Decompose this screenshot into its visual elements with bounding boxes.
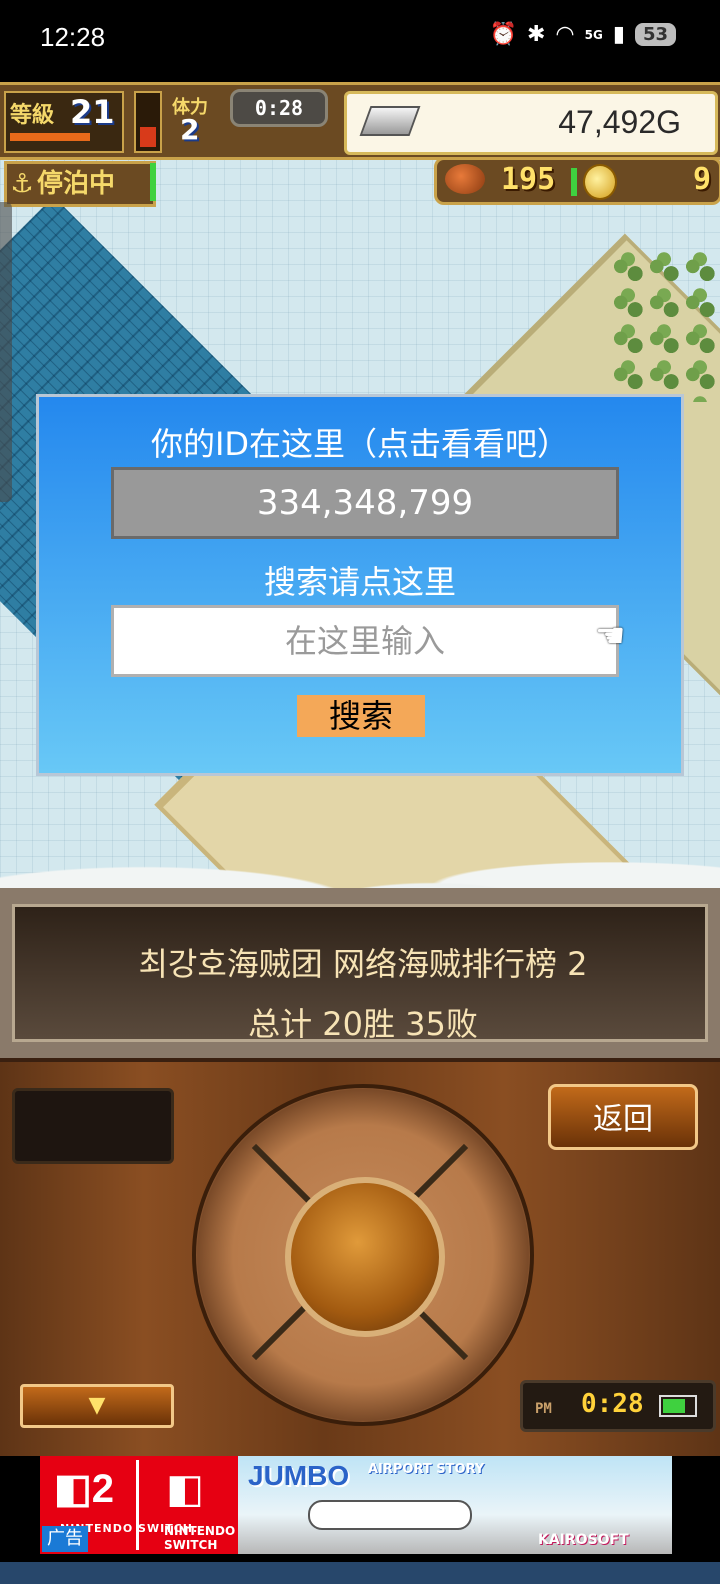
ad-brand: KAIROSOFT bbox=[538, 1532, 629, 1548]
exp-bar bbox=[10, 133, 90, 141]
search-dialog: 你的ID在这里（点击看看吧） 334,348,799 搜索请点这里 在这里输入 … bbox=[36, 394, 684, 776]
dock-status-label: 停泊中 bbox=[37, 169, 116, 199]
search-prompt: 搜索请点这里 bbox=[263, 563, 456, 601]
navigation-bar bbox=[0, 1562, 720, 1584]
clock-panel: PM 0:28 bbox=[520, 1380, 716, 1432]
level-value: 21 bbox=[70, 93, 115, 131]
clock-ampm: PM bbox=[535, 1401, 552, 1417]
level-box: 等級 21 bbox=[4, 91, 124, 153]
stamina-value: 2 bbox=[180, 113, 200, 146]
food-bar bbox=[571, 168, 577, 196]
gold-panel: 47,492G bbox=[344, 91, 718, 155]
bluetooth-icon: ✱ bbox=[526, 22, 546, 47]
minimap-slot[interactable] bbox=[12, 1088, 174, 1164]
ranking-line: 최강호海贼团 网络海贼排行榜 2 bbox=[138, 945, 588, 983]
record-line: 总计 20胜 35败 bbox=[248, 1005, 478, 1043]
ranking-panel: 최강호海贼团 网络海贼排行榜 2 总计 20胜 35败 bbox=[0, 888, 720, 1058]
battery-icon: 53 bbox=[634, 23, 676, 46]
gold-value: 47,492G bbox=[558, 104, 681, 140]
ad-game-subtitle: AIRPORT STORY bbox=[368, 1462, 485, 1477]
switch-logo-icon: ◧ bbox=[166, 1466, 204, 1512]
game-ad-block[interactable]: JUMBO AIRPORT STORY KAIROSOFT bbox=[238, 1456, 672, 1554]
stamina-gauge bbox=[134, 91, 162, 153]
player-id-box[interactable]: 334,348,799 bbox=[111, 467, 619, 539]
signal-icon: ▮ bbox=[612, 22, 625, 47]
switch-logo: ◧2 bbox=[54, 1467, 115, 1511]
food-icon bbox=[445, 164, 485, 194]
ad-label: 广告 bbox=[42, 1526, 88, 1552]
wheel-center-button[interactable] bbox=[285, 1177, 445, 1337]
ad-game-title: JUMBO bbox=[248, 1460, 350, 1491]
silver-bar-icon bbox=[359, 106, 421, 136]
network-label: 5G bbox=[584, 27, 603, 42]
switch-text-2: NINTENDO SWITCH bbox=[164, 1524, 236, 1552]
control-panel: 返回 ▼ PM 0:28 bbox=[0, 1058, 720, 1456]
dock-status-badge[interactable]: ⚓ 停泊中 bbox=[4, 161, 156, 207]
chevron-down-icon: ▼ bbox=[88, 1393, 106, 1418]
dock-indicator bbox=[150, 163, 156, 201]
medal-icon bbox=[583, 164, 617, 200]
wifi-icon: ◠ bbox=[555, 22, 575, 47]
food-value: 195 bbox=[501, 162, 556, 197]
collapse-button[interactable]: ▼ bbox=[20, 1384, 174, 1428]
status-icons: ⏰ ✱ ◠ 5G ▮ 53 bbox=[490, 22, 676, 47]
battery-icon bbox=[659, 1395, 697, 1417]
hud-timer: 0:28 bbox=[230, 89, 328, 127]
game-area[interactable]: 等級 21 体力 2 0:28 47,492G ⚓ 停泊中 195 9 你的ID在… bbox=[0, 82, 720, 1456]
side-drawer-tab[interactable] bbox=[0, 202, 12, 502]
dialog-title: 你的ID在这里（点击看看吧） bbox=[150, 425, 570, 463]
forest-tiles bbox=[610, 252, 720, 402]
level-label: 等級 bbox=[10, 103, 55, 128]
anchor-icon: ⚓ bbox=[10, 169, 34, 199]
alarm-icon: ⏰ bbox=[489, 22, 517, 47]
divider bbox=[136, 1460, 139, 1550]
status-time: 12:28 bbox=[40, 22, 106, 52]
resource-panel: 195 9 bbox=[434, 157, 720, 205]
top-hud: 等級 21 体力 2 0:28 47,492G ⚓ 停泊中 195 9 bbox=[0, 82, 720, 207]
pointing-hand-icon: ☚ bbox=[595, 616, 626, 656]
search-input[interactable]: 在这里输入 bbox=[111, 605, 619, 677]
medal-value: 9 bbox=[692, 162, 711, 197]
ranking-inner: 최강호海贼团 网络海贼排行榜 2 总计 20胜 35败 bbox=[12, 904, 708, 1043]
battery-fill bbox=[663, 1399, 685, 1413]
clock-time: 0:28 bbox=[581, 1389, 644, 1419]
stamina-fill bbox=[140, 127, 156, 147]
airplane-icon bbox=[308, 1500, 472, 1530]
ad-banner[interactable]: ◧2 NINTENDO SWITCH. ◧ NINTENDO SWITCH 广告… bbox=[0, 1456, 720, 1562]
search-button[interactable]: 搜索 bbox=[297, 695, 425, 737]
back-button[interactable]: 返回 bbox=[548, 1084, 698, 1150]
status-bar: 12:28 ⏰ ✱ ◠ 5G ▮ 53 bbox=[0, 0, 720, 82]
